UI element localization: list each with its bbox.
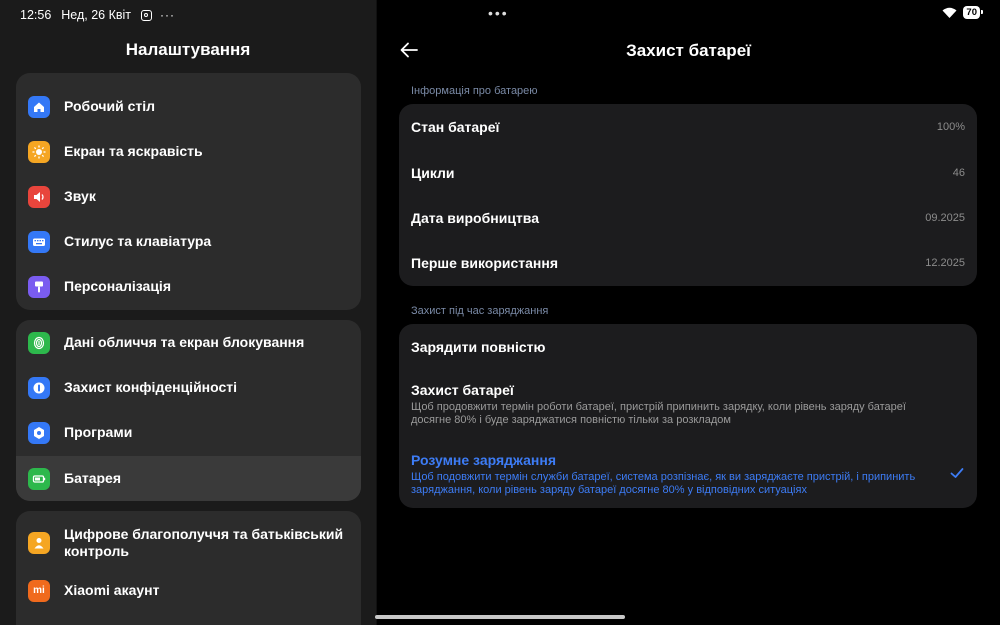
row-label: Стан батареї <box>411 118 500 135</box>
sidebar-item-label: Робочий стіл <box>64 98 156 114</box>
gear-icon <box>28 421 50 444</box>
row-label: Дата виробництва <box>411 209 539 226</box>
row-value: 100% <box>936 120 965 133</box>
settings-group-2: Дані обличчя та екран блокування Захист … <box>16 320 361 501</box>
battery-info-card: Стан батареї 100% Цикли 46 Дата виробниц… <box>399 104 977 286</box>
sidebar-item-label: Звук <box>64 188 96 204</box>
row-cycles[interactable]: Цикли 46 <box>399 150 977 195</box>
sidebar-item-display[interactable]: Екран та яскравість <box>16 129 361 174</box>
brush-icon <box>28 275 50 298</box>
screen: 12:56 Нед, 26 Квіт ··· Налаштування Робо… <box>0 0 1000 625</box>
settings-group-3: Цифрове благополуччя та батьківський кон… <box>16 511 361 625</box>
home-icon <box>28 95 50 118</box>
sidebar-item-label: Програми <box>64 424 133 440</box>
sidebar-item-label: Батарея <box>64 470 121 486</box>
row-label: Цикли <box>411 164 455 181</box>
row-first-use[interactable]: Перше використання 12.2025 <box>399 240 977 285</box>
page-title: Налаштування <box>125 40 251 59</box>
status-time: 12:56 <box>20 8 52 22</box>
section-header-charging-protection: Захист під час заряджання <box>411 305 549 317</box>
wifi-icon <box>942 7 957 18</box>
row-value: 09.2025 <box>925 211 965 224</box>
section-header-battery-info: Інформація про батарею <box>411 85 538 97</box>
person-icon <box>28 532 50 554</box>
home-indicator-bar[interactable] <box>375 615 625 619</box>
instagram-icon <box>141 9 153 21</box>
charging-options-card: Зарядити повністю Захист батареї Щоб про… <box>399 324 977 508</box>
fingerprint-icon <box>28 331 50 354</box>
row-value: 12.2025 <box>925 256 965 269</box>
battery-level-badge: 70 <box>963 6 983 19</box>
sidebar-item-label: Дані обличчя та екран блокування <box>64 334 305 350</box>
status-date: Нед, 26 Квіт <box>61 8 132 22</box>
row-battery-health[interactable]: Стан батареї 100% <box>399 104 977 149</box>
status-bar-left: 12:56 Нед, 26 Квіт ··· <box>20 7 175 23</box>
more-notifications-icon: ··· <box>160 8 176 22</box>
sidebar-item-stylus-keyboard[interactable]: Стилус та клавіатура <box>16 219 361 264</box>
speaker-icon <box>28 185 50 208</box>
sidebar-item-label: Персоналізація <box>64 278 171 294</box>
sidebar-item-label: Захист конфіденційності <box>64 379 238 395</box>
sidebar-item-label: Xiaomi акаунт <box>64 582 160 598</box>
sidebar-item-sound[interactable]: Звук <box>16 174 361 219</box>
option-title: Зарядити повністю <box>411 339 546 355</box>
settings-group-1: Робочий стіл Екран та яскравість Звук Ст… <box>16 73 361 310</box>
checkmark-icon <box>950 468 964 478</box>
status-bar-right: 70 <box>942 6 983 19</box>
option-battery-protection[interactable]: Захист батареї Щоб продовжити термін роб… <box>411 382 967 427</box>
window-handle-dots[interactable]: ••• <box>488 5 509 21</box>
option-description: Щоб продовжити термін роботи батареї, пр… <box>411 401 906 426</box>
row-label: Перше використання <box>411 254 558 271</box>
page-title: Захист батареї <box>626 41 751 60</box>
row-value: 46 <box>952 166 965 179</box>
option-description: Щоб подовжити термін служби батареї, сис… <box>411 471 916 496</box>
mi-icon: mi <box>28 579 50 602</box>
sidebar-item-battery[interactable]: Батарея <box>16 456 361 501</box>
keyboard-icon <box>28 230 50 253</box>
row-manufacture-date[interactable]: Дата виробництва 09.2025 <box>399 195 977 240</box>
sidebar-item-xiaomi-account[interactable]: mi Xiaomi акаунт <box>16 568 361 613</box>
option-title: Захист батареї <box>411 382 514 398</box>
battery-protection-panel: ••• 70 Захист батареї Інформація про бат… <box>377 0 1000 625</box>
sidebar-item-label: Екран та яскравість <box>64 143 203 159</box>
option-full-charge[interactable]: Зарядити повністю <box>411 339 967 355</box>
sidebar-item-privacy[interactable]: Захист конфіденційності <box>16 365 361 410</box>
sidebar-item-label: Стилус та клавіатура <box>64 233 212 249</box>
option-smart-charging[interactable]: Розумне заряджання Щоб подовжити термін … <box>411 452 967 497</box>
sidebar-item-label: Цифрове благополуччя та батьківський кон… <box>64 526 344 559</box>
shield-icon <box>28 376 50 399</box>
sun-icon <box>28 140 50 163</box>
option-title: Розумне заряджання <box>411 452 557 468</box>
battery-icon <box>28 467 50 490</box>
settings-sidebar: 12:56 Нед, 26 Квіт ··· Налаштування Робо… <box>0 0 376 625</box>
sidebar-item-digital-wellbeing[interactable]: Цифрове благополуччя та батьківський кон… <box>16 518 361 568</box>
sidebar-item-desktop[interactable]: Робочий стіл <box>16 84 361 129</box>
sidebar-item-apps[interactable]: Програми <box>16 410 361 455</box>
sidebar-item-personalization[interactable]: Персоналізація <box>16 264 361 309</box>
sidebar-item-face-lockscreen[interactable]: Дані обличчя та екран блокування <box>16 320 361 365</box>
